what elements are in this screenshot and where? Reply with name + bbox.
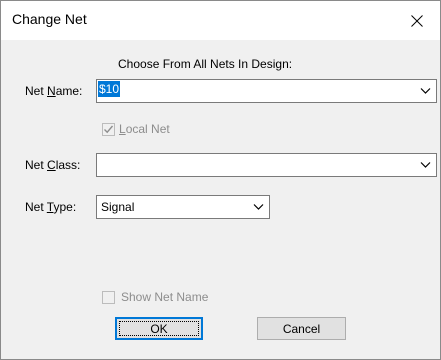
net-class-combobox[interactable]: [96, 153, 437, 177]
net-class-label-post: lass:: [55, 158, 81, 172]
net-name-value: $10: [98, 81, 121, 97]
checkmark-icon: [104, 125, 114, 134]
cancel-button-label: Cancel: [282, 321, 321, 336]
net-class-label-pre: Net: [25, 158, 48, 172]
net-name-label-access: N: [47, 84, 56, 98]
chevron-down-icon: [420, 88, 431, 94]
close-button[interactable]: [394, 1, 440, 40]
net-name-combobox[interactable]: $10: [96, 79, 437, 103]
chevron-down-icon: [253, 204, 264, 210]
net-type-combobox[interactable]: Signal: [96, 195, 270, 219]
local-net-label-post: ocal Net: [125, 122, 170, 136]
local-net-label-access: L: [119, 122, 126, 136]
net-class-label: Net Class:: [25, 158, 80, 172]
net-name-label-pre: Net: [25, 84, 48, 98]
net-name-label-post: ame:: [55, 84, 83, 98]
net-type-label-pre: Net: [25, 200, 47, 214]
net-type-label-post: ype:: [53, 200, 77, 214]
cancel-button[interactable]: Cancel: [257, 317, 346, 340]
net-class-label-access: C: [47, 158, 56, 172]
focus-rect: [119, 321, 199, 336]
chevron-down-icon: [420, 162, 431, 168]
net-type-label: Net Type:: [25, 200, 76, 214]
local-net-label: Local Net: [119, 122, 170, 136]
title-bar: Change Net: [1, 1, 440, 40]
change-net-dialog: Change Net Choose From All Nets In Desig…: [0, 0, 441, 360]
net-type-value: Signal: [101, 200, 135, 214]
show-net-name-checkbox[interactable]: [102, 291, 115, 304]
choose-nets-heading: Choose From All Nets In Design:: [118, 57, 293, 71]
net-name-label: Net Name:: [25, 84, 82, 98]
dialog-title: Change Net: [12, 11, 87, 27]
close-icon: [411, 14, 423, 27]
local-net-checkbox[interactable]: [102, 123, 115, 136]
ok-button[interactable]: OK: [115, 317, 203, 340]
show-net-name-label: Show Net Name: [121, 290, 209, 304]
